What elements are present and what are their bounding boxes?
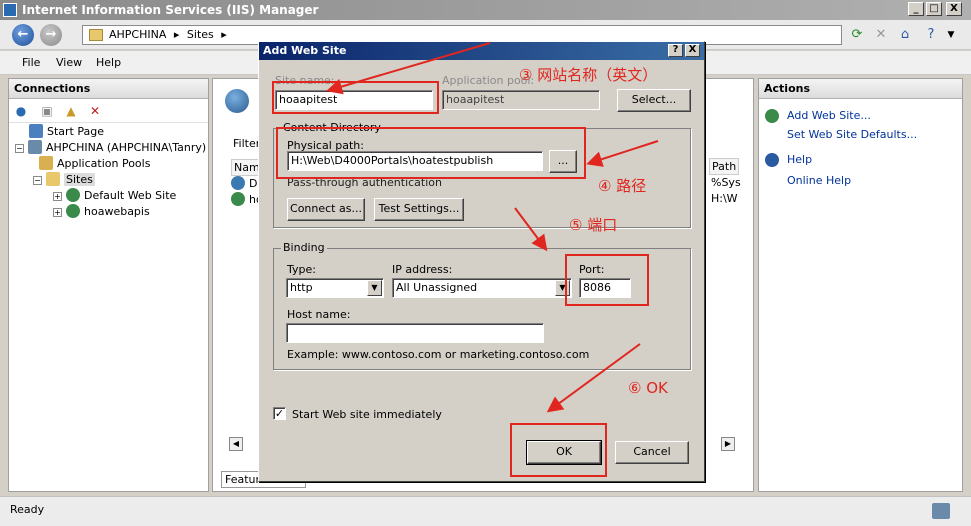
test-settings-button[interactable]: Test Settings... [374, 198, 464, 221]
iis-app-icon [3, 3, 17, 17]
annotation-step3: ③ 网站名称（英文） [519, 66, 658, 84]
start-page-icon [29, 124, 43, 138]
ip-address-select[interactable]: All Unassigned ▼ [392, 278, 572, 298]
select-app-pool-button[interactable]: Select... [617, 89, 691, 112]
refresh-icon[interactable]: ⟳ [848, 26, 866, 44]
tree-label: hoawebapis [84, 205, 150, 218]
tree-item-start-page[interactable]: Start Page [29, 124, 104, 140]
add-web-site-link[interactable]: Add Web Site... [787, 109, 871, 122]
connect-as-button[interactable]: Connect as... [287, 198, 365, 221]
back-arrow-icon[interactable]: ← [12, 24, 34, 46]
tree-item-server[interactable]: − AHPCHINA (AHPCHINA\Tanry) [15, 140, 206, 156]
up-folder-icon[interactable]: ▲ [63, 103, 79, 119]
crumb-separator[interactable]: ▸ [174, 26, 180, 44]
help-icon[interactable]: ? [922, 26, 940, 44]
scroll-right-button[interactable]: ▶ [721, 437, 735, 451]
crumb-sites[interactable]: Sites [187, 26, 214, 44]
help-icon [765, 153, 779, 167]
connections-panel: Connections ● ▣ ▲ ✕ Start Page − AHPCHINA… [8, 78, 209, 492]
connect-icon[interactable]: ● [13, 103, 29, 119]
start-immediately-label: Start Web site immediately [292, 408, 442, 421]
minimize-button[interactable]: _ [908, 2, 924, 16]
app-pools-icon [39, 156, 53, 170]
home-icon[interactable]: ⌂ [896, 26, 914, 44]
status-text: Ready [10, 503, 45, 516]
menu-file[interactable]: File [22, 56, 40, 69]
maximize-button[interactable]: □ [926, 2, 942, 16]
host-name-label: Host name: [287, 308, 351, 321]
actions-panel: Actions Add Web Site... Set Web Site Def… [758, 78, 963, 492]
help-link[interactable]: Help [787, 153, 812, 166]
globe-icon [231, 192, 245, 206]
menu-view[interactable]: View [56, 56, 82, 69]
host-example-text: Example: www.contoso.com or marketing.co… [287, 348, 590, 361]
scroll-left-button[interactable]: ◀ [229, 437, 243, 451]
annotation-step6: ⑥ OK [628, 379, 668, 397]
tree-label: Default Web Site [84, 189, 177, 202]
dialog-help-button[interactable]: ? [668, 44, 683, 57]
connections-title: Connections [9, 79, 208, 99]
cancel-button[interactable]: Cancel [615, 441, 689, 464]
save-icon[interactable]: ▣ [39, 103, 55, 119]
dialog-close-button[interactable]: X [685, 44, 700, 57]
tree-label: Sites [64, 173, 95, 186]
tree-item-app-pools[interactable]: Application Pools [39, 156, 150, 172]
annotation-step5: ⑤ 端口 [569, 216, 618, 234]
start-immediately-checkbox[interactable]: ✓ [273, 407, 286, 420]
host-name-input[interactable] [286, 323, 544, 343]
menu-help[interactable]: Help [96, 56, 121, 69]
tree-item-default-site[interactable]: + Default Web Site [53, 188, 176, 204]
actions-title: Actions [759, 79, 962, 99]
filter-label: Filter [233, 137, 261, 150]
status-bar: Ready [0, 496, 971, 526]
sites-globe-icon [225, 89, 249, 113]
tree-item-sites[interactable]: − Sites [33, 172, 95, 188]
disconnect-icon[interactable]: ✕ [87, 103, 103, 119]
ip-select-value: All Unassigned [396, 281, 478, 294]
sites-folder-icon [46, 172, 60, 186]
tree-label: Application Pools [57, 157, 151, 170]
window-title-bar: Internet Information Services (IIS) Mana… [0, 0, 971, 20]
annotation-box-ok [510, 423, 607, 477]
site-row-2-path: H:\W [711, 192, 738, 205]
chevron-down-icon[interactable]: ▼ [367, 280, 382, 296]
folder-icon [89, 29, 103, 41]
server-icon [28, 140, 42, 154]
connections-toolbar: ● ▣ ▲ ✕ [9, 99, 208, 123]
dialog-title: Add Web Site [259, 42, 704, 60]
tree-item-hoawebapis[interactable]: + hoawebapis [53, 204, 150, 220]
online-help-link[interactable]: Online Help [787, 174, 851, 187]
tree-label: Start Page [47, 125, 104, 138]
app-pool-field: hoaapitest [442, 90, 600, 110]
globe-icon [66, 204, 80, 218]
chevron-down-icon[interactable]: ▼ [942, 26, 960, 44]
crumb-ahpchina[interactable]: AHPCHINA [109, 26, 166, 44]
site-row-1-path: %Sys [711, 176, 741, 189]
annotation-box-site-name [272, 81, 439, 114]
annotation-step4: ④ 路径 [598, 177, 647, 195]
window-title: Internet Information Services (IIS) Mana… [22, 3, 319, 17]
type-select[interactable]: http ▼ [286, 278, 384, 298]
ip-address-label: IP address: [392, 263, 453, 276]
forward-arrow-icon[interactable]: → [40, 24, 62, 46]
set-site-defaults-link[interactable]: Set Web Site Defaults... [787, 128, 917, 141]
type-select-value: http [290, 281, 313, 294]
column-header-path[interactable]: Path [709, 158, 740, 175]
add-site-icon [765, 109, 779, 123]
binding-title: Binding [281, 241, 327, 254]
tree-label: AHPCHINA (AHPCHINA\Tanry) [46, 141, 207, 154]
type-label: Type: [287, 263, 316, 276]
expand-icon[interactable]: + [53, 192, 62, 201]
annotation-box-port [565, 254, 649, 306]
expand-icon[interactable]: + [53, 208, 62, 217]
collapse-icon[interactable]: − [15, 144, 24, 153]
collapse-icon[interactable]: − [33, 176, 42, 185]
globe-icon [66, 188, 80, 202]
network-icon [932, 503, 950, 519]
annotation-box-physical-path [276, 127, 586, 179]
stop-icon[interactable]: ✕ [872, 26, 890, 44]
globe-icon [231, 176, 245, 190]
crumb-separator[interactable]: ▸ [221, 26, 227, 44]
close-button[interactable]: X [946, 2, 962, 16]
